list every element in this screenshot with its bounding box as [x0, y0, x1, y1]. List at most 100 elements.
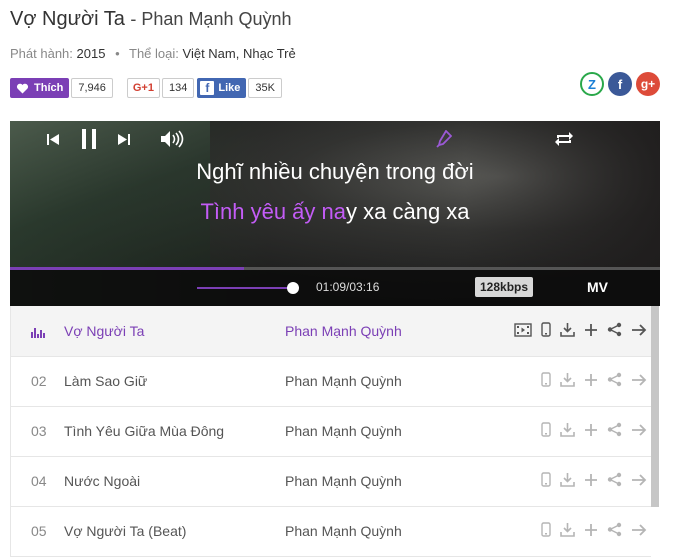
track-artist[interactable]: Phan Mạnh Quỳnh: [285, 306, 402, 356]
pause-icon: [82, 129, 96, 149]
facebook-share-icon[interactable]: f: [608, 72, 632, 96]
meta-separator: •: [115, 46, 120, 61]
add-icon[interactable]: [584, 523, 598, 537]
song-artist-link[interactable]: - Phan Mạnh Quỳnh: [130, 9, 291, 29]
track-title[interactable]: Làm Sao Giữ: [64, 356, 147, 406]
track-title[interactable]: Vợ Người Ta (Beat): [64, 506, 186, 556]
music-player: Nghĩ nhiều chuyện trong đời Tình yêu ấy …: [10, 121, 660, 306]
track-actions: [514, 322, 647, 337]
playlist: Vợ Người Ta Phan Mạnh Quỳnh 02 Làm Sao Giữ P…: [10, 306, 651, 557]
bitrate-selector[interactable]: 128kbps: [475, 277, 534, 297]
share-icon[interactable]: [607, 472, 622, 487]
release-year: 2015: [76, 46, 106, 61]
genre-label: Thể loại:: [129, 46, 179, 61]
playlist-row[interactable]: 02 Làm Sao Giữ Phan Mạnh Quỳnh: [11, 356, 651, 407]
microphone-icon: [436, 130, 452, 148]
gplus-count: 134: [161, 78, 195, 98]
facebook-like-label: Like: [218, 82, 241, 94]
mobile-icon[interactable]: [541, 472, 551, 487]
like-button[interactable]: Thích: [10, 78, 70, 98]
mobile-icon[interactable]: [541, 372, 551, 387]
lyric-line-next: Tình yêu ấy nay xa càng xa: [10, 199, 660, 225]
arrow-right-icon[interactable]: [631, 473, 647, 486]
track-number: 02: [31, 373, 47, 389]
repeat-icon: [555, 132, 573, 146]
googleplus-share-icon[interactable]: g+: [636, 72, 660, 96]
next-icon: [118, 133, 130, 145]
track-title[interactable]: Nước Ngoài: [64, 456, 140, 506]
track-actions: [541, 422, 647, 437]
facebook-like-count: 35K: [248, 78, 282, 98]
genre-value[interactable]: Việt Nam, Nhạc Trẻ: [183, 46, 296, 61]
share-icon[interactable]: [607, 322, 622, 337]
volume-slider-fill: [197, 287, 289, 289]
track-artist[interactable]: Phan Mạnh Quỳnh: [285, 356, 402, 406]
playlist-row[interactable]: Vợ Người Ta Phan Mạnh Quỳnh: [11, 306, 651, 357]
track-number: 05: [31, 523, 47, 539]
like-label: Thích: [34, 82, 64, 94]
volume-slider-handle[interactable]: [287, 282, 299, 294]
now-playing-icon: [31, 306, 45, 356]
release-label: Phát hành:: [10, 46, 73, 61]
next-button[interactable]: [113, 121, 135, 157]
mobile-icon[interactable]: [541, 322, 551, 337]
previous-icon: [47, 133, 59, 145]
mv-button[interactable]: MV: [587, 279, 608, 295]
track-actions: [541, 472, 647, 487]
arrow-right-icon[interactable]: [631, 423, 647, 436]
playlist-row[interactable]: 05 Vợ Người Ta (Beat) Phan Mạnh Quỳnh: [11, 506, 651, 557]
repeat-button[interactable]: [553, 121, 575, 157]
like-count: 7,946: [71, 78, 113, 98]
track-artist[interactable]: Phan Mạnh Quỳnh: [285, 406, 402, 456]
mobile-icon[interactable]: [541, 522, 551, 537]
song-header: Vợ Người Ta - Phan Mạnh Quỳnh: [10, 8, 292, 31]
add-icon[interactable]: [584, 373, 598, 387]
lyrics-mic-button[interactable]: [434, 121, 454, 157]
share-icon[interactable]: [607, 522, 622, 537]
song-title: Vợ Người Ta: [10, 8, 125, 30]
playlist-row[interactable]: 04 Nước Ngoài Phan Mạnh Quỳnh: [11, 456, 651, 507]
playlist-scrollbar[interactable]: [651, 306, 659, 507]
volume-button[interactable]: [158, 121, 188, 157]
pause-button[interactable]: [78, 121, 100, 157]
track-artist[interactable]: Phan Mạnh Quỳnh: [285, 456, 402, 506]
facebook-like-button[interactable]: f Like: [197, 78, 247, 98]
lyric-unsung-part: y xa càng xa: [346, 199, 470, 224]
playlist-row[interactable]: 03 Tình Yêu Giữa Mùa Đông Phan Mạnh Quỳnh: [11, 406, 651, 457]
lyric-line-current: Nghĩ nhiều chuyện trong đời: [196, 159, 474, 184]
gplus-button[interactable]: G+1: [126, 78, 160, 98]
download-icon[interactable]: [560, 472, 575, 487]
facebook-icon: f: [200, 81, 215, 95]
arrow-right-icon[interactable]: [631, 373, 647, 386]
download-icon[interactable]: [560, 522, 575, 537]
volume-icon: [161, 130, 184, 148]
social-bar: Thích 7,946 G+1 134 f Like 35K: [10, 77, 282, 99]
add-icon[interactable]: [584, 323, 598, 337]
track-actions: [541, 372, 647, 387]
playback-time: 01:09/03:16: [316, 280, 380, 294]
track-actions: [541, 522, 647, 537]
add-icon[interactable]: [584, 423, 598, 437]
previous-button[interactable]: [42, 121, 64, 157]
arrow-right-icon[interactable]: [631, 323, 647, 336]
share-icon[interactable]: [607, 422, 622, 437]
song-meta: Phát hành: 2015 • Thể loại: Việt Nam, Nh…: [10, 46, 296, 61]
track-number: 03: [31, 423, 47, 439]
track-number: 04: [31, 473, 47, 489]
lyric-sung-part: Tình yêu ấy na: [200, 199, 347, 224]
track-title[interactable]: Tình Yêu Giữa Mùa Đông: [64, 406, 224, 456]
arrow-right-icon[interactable]: [631, 523, 647, 536]
share-icon[interactable]: [607, 372, 622, 387]
track-title[interactable]: Vợ Người Ta: [64, 306, 144, 356]
zing-share-icon[interactable]: Z: [580, 72, 604, 96]
download-icon[interactable]: [560, 422, 575, 437]
download-icon[interactable]: [560, 372, 575, 387]
mobile-icon[interactable]: [541, 422, 551, 437]
volume-slider[interactable]: [197, 287, 293, 289]
download-icon[interactable]: [560, 322, 575, 337]
heart-icon: [16, 83, 29, 93]
share-icons: Z f g+: [580, 72, 660, 96]
track-artist[interactable]: Phan Mạnh Quỳnh: [285, 506, 402, 556]
add-icon[interactable]: [584, 473, 598, 487]
mv-icon[interactable]: [514, 322, 532, 337]
